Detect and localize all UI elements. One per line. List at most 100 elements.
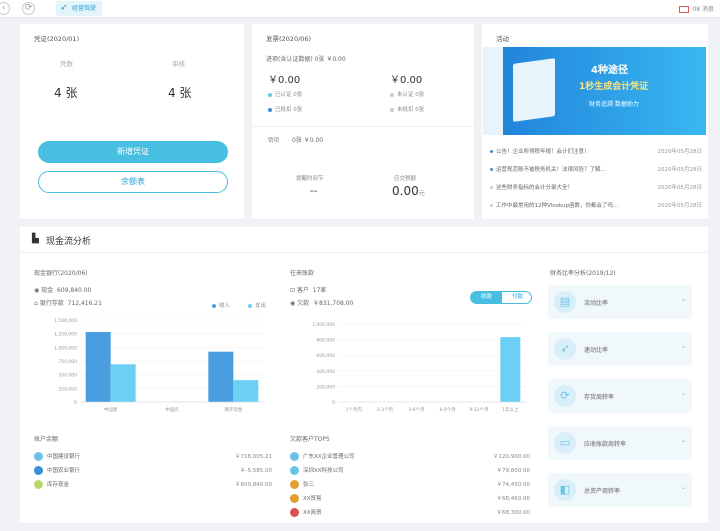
invoice-left-amount: ￥0.00 (268, 75, 301, 86)
status-dot (390, 107, 394, 112)
invoice-item: 未认证 0张 (390, 90, 424, 98)
ratio-inventory[interactable]: ⟳ 存货周转率 ⌄ (548, 379, 692, 413)
y-tick-label: 400,000 (316, 369, 335, 375)
rocket-icon: ➶ (554, 338, 576, 360)
voucher-count-value: 4 张 (54, 86, 78, 100)
back-arrow-icon[interactable]: ‹ (0, 2, 10, 15)
reminder-value: -- (310, 186, 318, 197)
receive-pay-toggle[interactable]: 收款 付款 (470, 291, 532, 304)
status-dot (268, 107, 272, 112)
customers-row: ⊡ 客户 17家 (290, 287, 327, 294)
ratio-current[interactable]: ▤ 流动比率 ⌄ (548, 285, 692, 319)
chevron-down-icon: ⌄ (680, 390, 686, 397)
bank-bar-chart: 1,500,000 1,250,000 1,000,000 750,000 500,00… (54, 318, 264, 413)
customer-icon (290, 466, 299, 475)
sales-value: 0张 ￥0.00 (292, 137, 324, 144)
receivable-title: 往来账款 (290, 270, 315, 277)
voucher-count-label: 凭数 (60, 60, 73, 68)
customer-row[interactable]: 广东XX企业管理公司 ￥120,900.00 (290, 452, 530, 461)
cashflow-header: ▙ 现金流分析 (20, 227, 708, 253)
accounts-title: 账户余额 (34, 436, 59, 443)
y-tick-label: 1,500,000 (54, 318, 77, 324)
y-tick-label: 800,000 (316, 338, 335, 344)
aging-bar-chart: 1,000,000 800,000 600,000 400,000 200,000 0 1个… (312, 322, 526, 413)
news-item[interactable]: 工作中最常用的12种Vlookup函数，你都会了吗... 2020年05月28日 (490, 201, 710, 209)
ratio-label: 应收账款周转率 (584, 441, 627, 448)
bar (85, 332, 111, 402)
legend-income[interactable]: 收入 (212, 301, 230, 309)
news-item[interactable]: 运营规范账不被税务机关！法律风险？了解... 2020年05月28日 (490, 165, 710, 173)
bank-icon: ⌂ (34, 300, 38, 307)
chevron-down-icon: ⌄ (680, 484, 686, 491)
customer-row[interactable]: 张三 ￥74,450.00 (290, 480, 530, 489)
top-bar: ‹ ⟳ ➶ 经营驾驶 08 消息 (0, 0, 720, 18)
money-icon: ◉ (290, 300, 296, 307)
balance-sheet-button[interactable]: 余额表 (38, 171, 228, 193)
x-tick-label: 1个月内 (345, 406, 362, 413)
lock-icon: ⊡ (290, 287, 296, 294)
x-tick-label: 中国建 (104, 406, 118, 413)
voucher-title: 凭证(2020/01) (34, 35, 80, 43)
rocket-icon: ➶ (60, 3, 68, 13)
x-tick-label: 6-9个月 (439, 407, 455, 413)
banner-left-strip (483, 47, 503, 135)
bar (233, 380, 259, 402)
y-tick-label: 600,000 (316, 353, 335, 359)
y-tick-label: 0 (332, 400, 335, 406)
tab-dashboard[interactable]: ➶ 经营驾驶 (56, 1, 103, 16)
chart-icon: ▙ (32, 234, 39, 244)
legend-expense[interactable]: 支出 (248, 301, 266, 309)
invoice-item: 未抵扣 0张 (390, 105, 424, 113)
x-tick-label: 9-12个月 (469, 407, 488, 413)
ratio-quick[interactable]: ➶ 速动比率 ⌄ (548, 332, 692, 366)
tax-value: 0.00元 (392, 184, 425, 198)
bank-title: 现金银行(2020/06) (34, 270, 88, 277)
customer-icon (290, 480, 299, 489)
ratios-title: 财务比率分析(2019/12) (550, 270, 616, 277)
assets-icon: ◧ (554, 479, 576, 501)
ratio-receivable[interactable]: ▭ 应收账款周转率 ⌄ (548, 426, 692, 460)
customer-row[interactable]: XX贸易 ￥68,460.00 (290, 494, 530, 503)
voucher-audit-value: 4 张 (168, 86, 192, 100)
ratio-assets[interactable]: ◧ 总资产周转率 ⌄ (548, 473, 692, 507)
debt-row: ◉ 欠款 ￥831,708.00 (290, 300, 354, 307)
y-tick-label: 500,000 (58, 373, 77, 379)
message-link[interactable]: 08 消息 (679, 4, 714, 13)
banner-line1: 4种途径 (591, 65, 628, 76)
news-item[interactable]: 公告！企业所得税年报！会计们注意！ 2020年05月28日 (490, 147, 710, 155)
x-tick-label: 1年以上 (502, 406, 519, 413)
ratio-label: 速动比率 (584, 347, 609, 354)
customer-icon (290, 494, 299, 503)
bar (110, 364, 136, 402)
y-tick-label: 1,000,000 (312, 322, 335, 328)
y-tick-label: 1,250,000 (54, 332, 77, 338)
voucher-audit-label: 审核 (172, 60, 185, 68)
bank-icon (34, 452, 43, 461)
toggle-receive[interactable]: 收款 (471, 292, 502, 303)
y-tick-label: 0 (74, 400, 77, 406)
tab-dashboard-label: 经营驾驶 (72, 5, 97, 12)
refresh-icon: ⟳ (554, 385, 576, 407)
y-tick-label: 250,000 (58, 386, 77, 392)
news-item[interactable]: 这些财务指标的会计分录大全！ 2020年05月28日 (490, 183, 710, 191)
cash-icon: ◉ (34, 287, 40, 294)
chart-icon: ▤ (554, 291, 576, 313)
account-row[interactable]: 库存现金 ￥609,840.00 (34, 480, 272, 489)
top-customers-title: 欠款客户TOP5 (290, 436, 330, 443)
customer-row[interactable]: 深圳XX科技公司 ￥79,800.00 (290, 466, 530, 475)
cash-icon (34, 480, 43, 489)
y-tick-label: 750,000 (58, 359, 77, 365)
bar (500, 337, 521, 402)
divider (252, 126, 474, 127)
toggle-pay[interactable]: 付款 (502, 292, 531, 303)
promo-banner[interactable]: 4种途径 1秒生成会计凭证 财务追溯 数据助力 (483, 47, 706, 135)
new-voucher-button[interactable]: 新增凭证 (38, 141, 228, 163)
account-row[interactable]: 中国农业银行 ￥-5,585.00 (34, 466, 272, 475)
account-row[interactable]: 中国建设银行 ￥718,005.21 (34, 452, 272, 461)
customer-row[interactable]: XX商贸 ￥68,300.00 (290, 508, 530, 517)
tax-label: 应交税额 (394, 176, 417, 182)
status-dot (390, 92, 394, 97)
x-tick-label: 库存现金 (224, 406, 242, 413)
invoice-title: 发票(2020/06) (266, 35, 312, 43)
refresh-icon[interactable]: ⟳ (22, 2, 35, 15)
